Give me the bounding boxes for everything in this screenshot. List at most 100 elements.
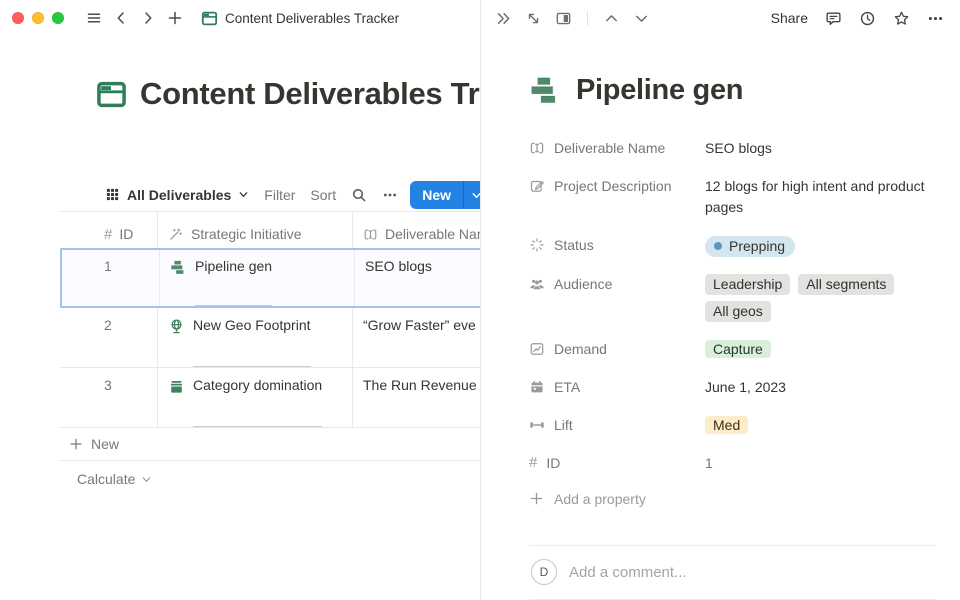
calculate-button[interactable]: Calculate xyxy=(60,461,480,497)
bars-page-icon xyxy=(170,259,187,276)
property-value[interactable]: Prepping xyxy=(705,234,936,257)
property-value[interactable]: 12 blogs for high intent and product pag… xyxy=(705,175,936,218)
property-value[interactable]: SEO blogs xyxy=(705,137,936,159)
new-tab-plus-icon[interactable] xyxy=(166,9,184,27)
cell-initiative[interactable]: Category domination xyxy=(158,368,353,427)
page-link[interactable]: New Geo Footprint xyxy=(193,317,311,367)
property-label[interactable]: Project Description xyxy=(529,175,705,197)
cell-deliverable[interactable]: “Grow Faster” eve xyxy=(353,308,480,367)
tag[interactable]: All geos xyxy=(705,301,771,322)
table-row[interactable]: 1 Pipeline gen SEO blogs xyxy=(60,248,480,308)
star-icon[interactable] xyxy=(893,10,910,27)
sort-button[interactable]: Sort xyxy=(310,187,336,203)
property-name: ETA xyxy=(554,379,580,395)
cell-initiative[interactable]: New Geo Footprint xyxy=(158,308,353,367)
property-label[interactable]: Deliverable Name xyxy=(529,137,705,159)
search-icon[interactable] xyxy=(351,187,367,203)
side-peek-panel: Share xyxy=(480,0,960,600)
nav-forward-icon[interactable] xyxy=(139,9,157,27)
peek-actions: Share xyxy=(771,10,944,27)
property-row-project-description: Project Description 12 blogs for high in… xyxy=(529,167,936,226)
chevron-down-icon xyxy=(141,474,152,485)
tag[interactable]: Capture xyxy=(705,340,771,358)
add-property-button[interactable]: Add a property xyxy=(529,482,936,516)
cell-id[interactable]: 3 xyxy=(60,368,158,427)
property-row-status: Status Prepping xyxy=(529,226,936,265)
property-row-eta: ETA June 1, 2023 xyxy=(529,368,936,406)
peek-page-title[interactable]: Pipeline gen xyxy=(576,74,743,107)
property-value[interactable]: 1 xyxy=(705,452,936,474)
property-label[interactable]: Audience xyxy=(529,273,705,295)
page-link[interactable]: Category domination xyxy=(193,377,322,427)
side-peek-icon[interactable] xyxy=(555,10,572,27)
table-page-icon xyxy=(201,10,218,27)
property-label[interactable]: # ID xyxy=(529,452,705,474)
deliverable-value: “Grow Faster” eve xyxy=(363,317,476,367)
id-value: 3 xyxy=(104,377,112,427)
chevron-up-icon[interactable] xyxy=(603,10,620,27)
hamburger-icon[interactable] xyxy=(85,9,103,27)
close-window-button[interactable] xyxy=(12,12,24,24)
property-label[interactable]: Demand xyxy=(529,338,705,360)
column-header-initiative[interactable]: Strategic Initiative xyxy=(158,212,353,248)
column-header-deliverable[interactable]: Deliverable Name xyxy=(353,212,480,248)
cell-deliverable[interactable]: The Run Revenue S xyxy=(353,368,480,427)
property-label[interactable]: Lift xyxy=(529,414,705,436)
property-name: Status xyxy=(554,237,594,253)
tag[interactable]: Med xyxy=(705,416,748,434)
property-label[interactable]: ETA xyxy=(529,376,705,398)
view-selector[interactable]: All Deliverables xyxy=(105,187,249,203)
double-chevron-right-icon[interactable] xyxy=(495,10,512,27)
more-options-ellipsis-icon[interactable] xyxy=(927,10,944,27)
plus-icon xyxy=(529,491,544,506)
table-row[interactable]: 3 Category domination The Run Revenue S xyxy=(60,368,480,428)
database-table: # ID Strategic Initiative Deliverable Na… xyxy=(60,212,480,428)
expand-icon[interactable] xyxy=(525,10,542,27)
property-label[interactable]: Status xyxy=(529,234,705,256)
add-row-button[interactable]: New xyxy=(60,428,480,461)
property-value[interactable]: Med xyxy=(705,414,936,436)
cell-deliverable[interactable]: SEO blogs xyxy=(355,250,480,306)
chart-trend-icon xyxy=(529,341,545,357)
archive-page-icon xyxy=(168,378,185,395)
cell-initiative[interactable]: Pipeline gen xyxy=(160,250,355,306)
new-record-dropdown-button[interactable] xyxy=(464,181,480,209)
window-title: Content Deliverables Tracker xyxy=(225,11,399,26)
comment-icon[interactable] xyxy=(825,10,842,27)
property-value[interactable]: June 1, 2023 xyxy=(705,376,936,398)
deliverable-value: The Run Revenue S xyxy=(363,377,480,427)
comment-input[interactable] xyxy=(569,564,936,581)
dumbbell-icon xyxy=(529,417,545,433)
property-name: Lift xyxy=(554,417,573,433)
minimize-window-button[interactable] xyxy=(32,12,44,24)
status-label: Prepping xyxy=(729,237,785,256)
new-record-button[interactable]: New xyxy=(410,181,463,209)
property-value[interactable]: Leadership All segments All geos xyxy=(705,273,905,322)
id-value: 1 xyxy=(104,258,112,306)
page-link[interactable]: Pipeline gen xyxy=(195,258,272,306)
main-pane: Content Deliverables Tracker Content Del… xyxy=(0,0,480,600)
more-options-ellipsis-icon[interactable] xyxy=(382,187,398,203)
view-name: All Deliverables xyxy=(127,187,231,203)
property-value[interactable]: Capture xyxy=(705,338,936,360)
chevron-down-icon[interactable] xyxy=(633,10,650,27)
table-row[interactable]: 2 New Geo Footprint “Grow Faster” eve xyxy=(60,308,480,368)
nav-back-icon[interactable] xyxy=(112,9,130,27)
status-pill[interactable]: Prepping xyxy=(705,236,795,257)
window-tab: Content Deliverables Tracker xyxy=(201,10,399,27)
cell-id[interactable]: 2 xyxy=(60,308,158,367)
property-name: ID xyxy=(546,455,560,471)
share-button[interactable]: Share xyxy=(771,10,808,26)
property-name: Project Description xyxy=(554,178,672,194)
column-header-label: Strategic Initiative xyxy=(191,226,302,242)
tag[interactable]: Leadership xyxy=(705,274,790,295)
filter-button[interactable]: Filter xyxy=(264,187,295,203)
column-header-id[interactable]: # ID xyxy=(60,212,158,248)
zoom-window-button[interactable] xyxy=(52,12,64,24)
page-title: Content Deliverables Tracker xyxy=(140,76,480,112)
clock-icon[interactable] xyxy=(859,10,876,27)
tag[interactable]: All segments xyxy=(798,274,894,295)
window-titlebar: Content Deliverables Tracker xyxy=(0,0,480,36)
cell-id[interactable]: 1 xyxy=(62,250,160,306)
property-name: Audience xyxy=(554,276,612,292)
